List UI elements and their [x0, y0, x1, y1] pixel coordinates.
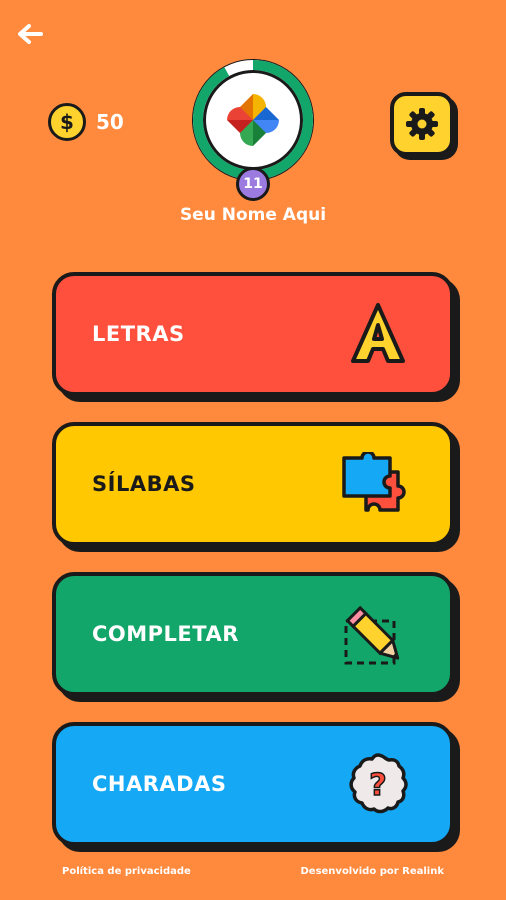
svg-text:?: ?: [369, 768, 386, 803]
coin-counter: $ 50: [48, 103, 124, 141]
silabas-button[interactable]: SÍLABAS: [52, 422, 454, 546]
developer-credit: Desenvolvido por Realink: [300, 866, 444, 877]
player-name[interactable]: Seu Nome Aqui: [0, 205, 506, 225]
letras-button[interactable]: LETRAS: [52, 272, 454, 396]
avatar[interactable]: 11: [190, 57, 316, 201]
coin-count: 50: [96, 110, 124, 134]
charadas-label: CHARADAS: [92, 772, 227, 796]
privacy-policy-link[interactable]: Política de privacidade: [62, 866, 191, 877]
gear-icon: [406, 108, 438, 140]
pencil-icon: [338, 594, 418, 674]
letras-label: LETRAS: [92, 322, 185, 346]
silabas-label: SÍLABAS: [92, 472, 196, 496]
back-arrow-icon: [18, 24, 43, 44]
coin-icon: $: [48, 103, 86, 141]
charadas-button[interactable]: CHARADAS ?: [52, 722, 454, 846]
puzzle-icon: [338, 444, 418, 524]
avatar-image: [206, 73, 300, 167]
back-button[interactable]: [14, 18, 46, 50]
question-icon: ?: [338, 744, 418, 824]
completar-button[interactable]: COMPLETAR: [52, 572, 454, 696]
level-badge: 11: [236, 167, 270, 201]
pinwheel-icon: [227, 94, 279, 146]
letter-a-icon: [338, 294, 418, 374]
completar-label: COMPLETAR: [92, 622, 239, 646]
settings-button[interactable]: [390, 92, 454, 156]
